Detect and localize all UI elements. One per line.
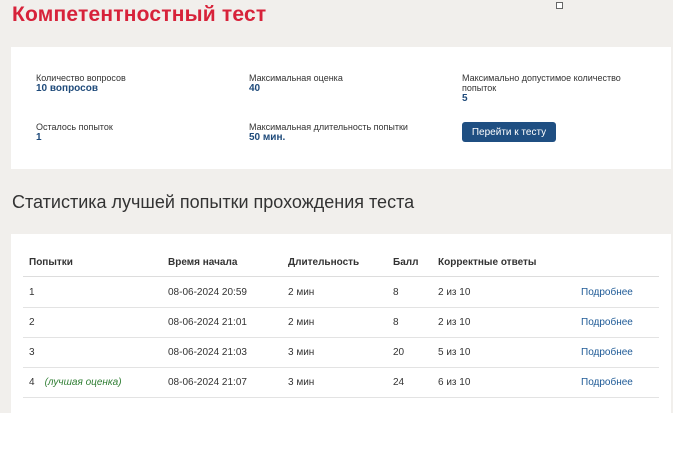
attempt-number-value: 2 [29, 317, 35, 328]
header-score: Балл [393, 257, 419, 268]
questions-count-value: 10 вопросов [36, 83, 98, 94]
score: 8 [393, 317, 399, 328]
page-title: Компетентностный тест [12, 3, 267, 26]
details-link[interactable]: Подробнее [581, 337, 633, 369]
correct-answers: 5 из 10 [438, 347, 471, 358]
max-attempts-value: 5 [462, 93, 468, 104]
start-time: 08-06-2024 20:59 [168, 287, 247, 298]
max-score-item: Максимальная оценка 40 [249, 73, 459, 95]
header-duration: Длительность [288, 257, 360, 268]
max-attempts-item: Максимально допустимое количество попыто… [462, 73, 627, 105]
table-row-best: 4 (лучшая оценка) 08-06-2024 21:07 3 мин … [23, 367, 659, 398]
attempt-number: 4 (лучшая оценка) [29, 367, 122, 399]
max-score-label: Максимальная оценка [249, 73, 343, 83]
remaining-attempts-value: 1 [36, 132, 42, 143]
duration: 2 мин [288, 287, 315, 298]
table-row: 1 08-06-2024 20:59 2 мин 8 2 из 10 Подро… [23, 277, 659, 308]
score: 24 [393, 377, 405, 388]
remaining-attempts-label: Осталось попыток [36, 122, 113, 132]
stats-card: Попытки Время начала Длительность Балл К… [11, 234, 671, 413]
header-attempts: Попытки [29, 257, 73, 268]
duration: 3 мин [288, 377, 315, 388]
duration: 2 мин [288, 317, 315, 328]
score: 20 [393, 347, 405, 358]
start-time: 08-06-2024 21:01 [168, 317, 247, 328]
attempt-number: 2 [29, 307, 35, 339]
questions-count-item: Количество вопросов 10 вопросов [36, 73, 246, 95]
header-start-time: Время начала [168, 257, 238, 268]
stats-section-title: Статистика лучшей попытки прохождения те… [12, 192, 415, 212]
max-attempts-label: Максимально допустимое количество попыто… [462, 73, 621, 93]
details-link[interactable]: Подробнее [581, 277, 633, 309]
start-time: 08-06-2024 21:03 [168, 347, 247, 358]
max-duration-item: Максимальная длительность попытки 50 мин… [249, 122, 459, 144]
attempt-number-value: 1 [29, 287, 35, 298]
attempt-number-value: 4 [29, 377, 35, 388]
best-score-note: (лучшая оценка) [44, 377, 122, 388]
table-row: 3 08-06-2024 21:03 3 мин 20 5 из 10 Подр… [23, 337, 659, 368]
correct-answers: 6 из 10 [438, 377, 471, 388]
attempt-number: 3 [29, 337, 35, 369]
max-score-value: 40 [249, 83, 261, 94]
header-correct-answers: Корректные ответы [438, 257, 537, 268]
correct-answers: 2 из 10 [438, 287, 471, 298]
remaining-attempts-item: Осталось попыток 1 [36, 122, 246, 144]
max-duration-value: 50 мин. [249, 132, 286, 143]
resize-handle[interactable] [556, 2, 563, 9]
correct-answers: 2 из 10 [438, 317, 471, 328]
table-row: 2 08-06-2024 21:01 2 мин 8 2 из 10 Подро… [23, 307, 659, 338]
duration: 3 мин [288, 347, 315, 358]
details-link[interactable]: Подробнее [581, 307, 633, 339]
details-link[interactable]: Подробнее [581, 367, 633, 399]
start-time: 08-06-2024 21:07 [168, 377, 247, 388]
max-duration-label: Максимальная длительность попытки [249, 122, 408, 132]
score: 8 [393, 287, 399, 298]
go-to-test-button[interactable]: Перейти к тесту [462, 122, 556, 142]
attempt-number: 1 [29, 277, 35, 309]
questions-count-label: Количество вопросов [36, 73, 126, 83]
stats-table-header: Попытки Время начала Длительность Балл К… [23, 250, 659, 277]
attempt-number-value: 3 [29, 347, 35, 358]
test-info-card: Количество вопросов 10 вопросов Максимал… [11, 47, 671, 169]
